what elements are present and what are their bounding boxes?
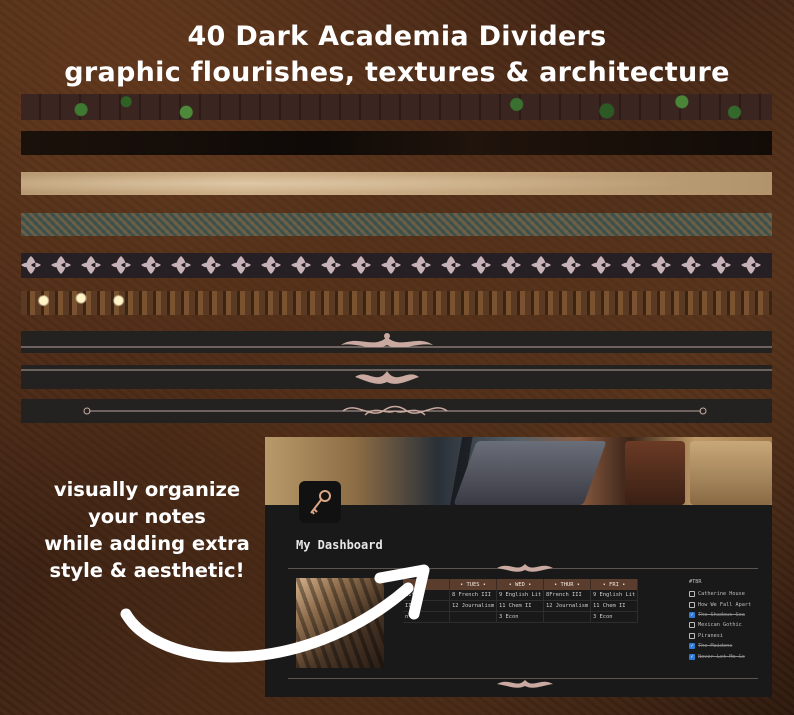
damask-motif-icon xyxy=(531,256,551,274)
table-cell xyxy=(544,612,591,622)
schedule-header: • TUES • xyxy=(450,579,497,590)
table-cell: 12 Journalism xyxy=(544,601,591,611)
damask-motif-icon xyxy=(171,256,191,274)
curved-arrow-icon xyxy=(120,564,430,663)
checkbox[interactable] xyxy=(689,622,695,629)
damask-motif-icon xyxy=(441,256,461,274)
key-icon[interactable] xyxy=(299,481,341,523)
flourish-ornament-icon xyxy=(497,564,553,572)
tbr-item-title: The Maidens xyxy=(698,643,733,650)
table-cell: 12 Journalism xyxy=(450,601,497,611)
tbr-item[interactable]: ✓ Never Let Me Go xyxy=(689,651,769,661)
tbr-item[interactable]: ✓ The Shadows Sea xyxy=(689,610,769,620)
damask-motif-icon xyxy=(321,256,341,274)
table-cell: 8 French III xyxy=(450,590,497,600)
tbr-list: #TBR Catherine House How We Fall Apart ✓ Th… xyxy=(689,579,769,662)
tagline-line: visually organize xyxy=(53,478,241,501)
damask-divider xyxy=(21,253,772,278)
flourish-divider-2 xyxy=(21,365,772,389)
parchment-divider xyxy=(21,172,772,195)
damask-motif-icon xyxy=(411,256,431,274)
table-cell: 11 Chem II xyxy=(497,601,544,611)
tbr-item-title: Piranesi xyxy=(698,632,723,639)
damask-motif-icon xyxy=(261,256,281,274)
damask-motif-icon xyxy=(651,256,671,274)
tbr-item-title: Never Let Me Go xyxy=(698,653,745,660)
damask-motif-icon xyxy=(591,256,611,274)
tbr-item-title: Mexican Gothic xyxy=(698,622,742,629)
schedule-header: • THUR • xyxy=(544,579,591,590)
books-cover-image xyxy=(265,437,772,505)
library-divider xyxy=(21,291,772,315)
damask-motif-icon xyxy=(561,256,581,274)
table-cell: 3 Econ xyxy=(591,612,638,622)
damask-motif-icon xyxy=(621,256,641,274)
damask-motif-icon xyxy=(381,256,401,274)
damask-motif-icon xyxy=(111,256,131,274)
tagline-line: your notes xyxy=(88,505,206,528)
schedule-header: • WED • xyxy=(497,579,544,590)
damask-motif-icon xyxy=(351,256,371,274)
table-cell xyxy=(450,612,497,622)
flourish-ornament-icon xyxy=(497,680,553,688)
headline-line-1: 40 Dark Academia Dividers xyxy=(187,21,607,52)
checkbox[interactable] xyxy=(689,632,695,639)
checkbox[interactable]: ✓ xyxy=(689,653,695,660)
table-cell: 8French III xyxy=(544,590,591,600)
damask-motif-icon xyxy=(201,256,221,274)
table-cell: 9 English Lit xyxy=(497,590,544,600)
flourish-divider-3 xyxy=(21,399,772,423)
tbr-item-title: How We Fall Apart xyxy=(698,601,752,608)
damask-motif-icon xyxy=(471,256,491,274)
checkbox[interactable] xyxy=(689,591,695,598)
tbr-item[interactable]: Mexican Gothic xyxy=(689,620,769,630)
damask-motif-icon xyxy=(501,256,521,274)
checkbox[interactable]: ✓ xyxy=(689,643,695,650)
damask-motif-icon xyxy=(711,256,731,274)
tbr-item[interactable]: Catherine House xyxy=(689,589,769,599)
tbr-item-title: Catherine House xyxy=(698,591,745,598)
damask-motif-icon xyxy=(681,256,701,274)
tbr-heading: #TBR xyxy=(689,579,702,585)
dark-wood-divider xyxy=(21,131,772,155)
tbr-item[interactable]: How We Fall Apart xyxy=(689,599,769,609)
damask-motif-icon xyxy=(741,256,761,274)
damask-motif-icon xyxy=(81,256,101,274)
table-cell: 3 Econ xyxy=(497,612,544,622)
table-cell: 11 Chem II xyxy=(591,601,638,611)
damask-motif-icon xyxy=(231,256,251,274)
tbr-item-title: The Shadows Sea xyxy=(698,611,745,618)
tbr-item[interactable]: Piranesi xyxy=(689,631,769,641)
flourish-divider-1 xyxy=(21,331,772,353)
schedule-header: • FRI • xyxy=(591,579,638,590)
damask-motif-icon xyxy=(291,256,311,274)
flourish-ornament-icon xyxy=(355,371,419,384)
damask-motif-icon xyxy=(21,256,41,274)
tbr-item[interactable]: ✓ The Maidens xyxy=(689,641,769,651)
tweed-divider xyxy=(21,213,772,236)
damask-motif-icon xyxy=(51,256,71,274)
table-cell: 9 English Lit xyxy=(591,590,638,600)
damask-motif-icon xyxy=(141,256,161,274)
checkbox[interactable] xyxy=(689,601,695,608)
ivy-brick-divider xyxy=(21,94,772,120)
checkbox[interactable]: ✓ xyxy=(689,611,695,618)
headline-line-2: graphic flourishes, textures & architect… xyxy=(64,57,730,88)
flourish-ornament-icon xyxy=(341,333,433,348)
